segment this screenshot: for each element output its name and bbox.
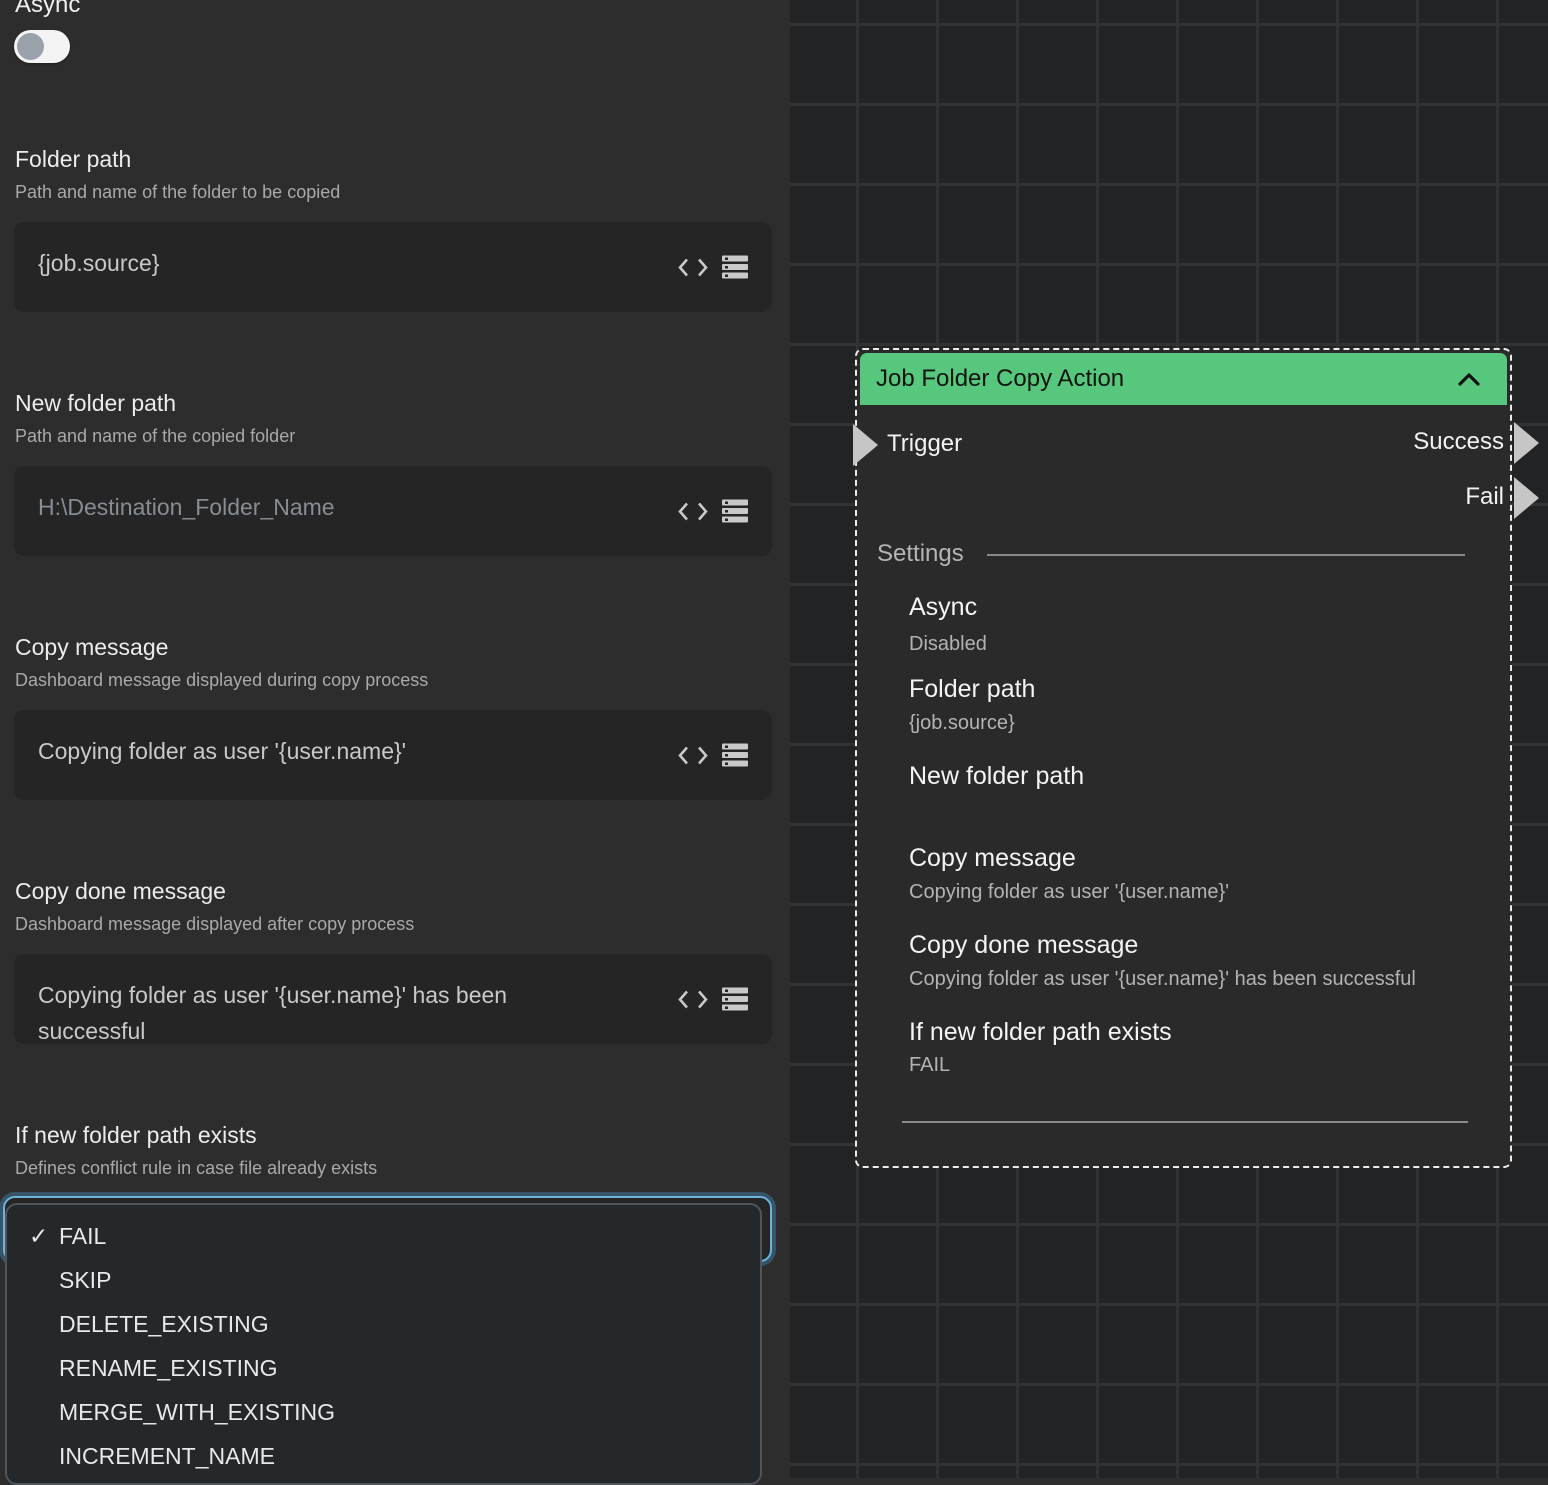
- conflict-rule-dropdown: ✓ FAIL SKIP DELETE_EXISTING RENAME_EXIST…: [5, 1203, 762, 1485]
- success-output-port[interactable]: [1514, 422, 1539, 464]
- field-description: Dashboard message displayed during copy …: [15, 669, 428, 691]
- dropdown-option-skip[interactable]: SKIP: [7, 1258, 760, 1302]
- field-description: Defines conflict rule in case file alrea…: [15, 1157, 377, 1179]
- field-label: Folder path: [15, 145, 131, 173]
- dropdown-option-delete-existing[interactable]: DELETE_EXISTING: [7, 1302, 760, 1346]
- settings-divider: [987, 554, 1465, 556]
- chevron-up-icon[interactable]: [1457, 373, 1481, 391]
- code-icon[interactable]: [678, 256, 708, 278]
- job-folder-copy-action-node[interactable]: Job Folder Copy Action Trigger Success F…: [855, 348, 1512, 1168]
- node-title: Job Folder Copy Action: [876, 353, 1124, 405]
- node-setting-label: Folder path: [909, 674, 1035, 704]
- trigger-input-port[interactable]: [853, 424, 878, 466]
- field-label: Copy message: [15, 633, 168, 661]
- toggle-knob: [17, 33, 44, 60]
- folder-path-input[interactable]: {job.source}: [14, 222, 772, 312]
- node-bottom-divider: [902, 1121, 1468, 1123]
- fail-output-port[interactable]: [1514, 477, 1539, 519]
- new-folder-path-input[interactable]: H:\Destination_Folder_Name: [14, 466, 772, 556]
- field-placeholder: H:\Destination_Folder_Name: [38, 489, 335, 525]
- field-description: Dashboard message displayed after copy p…: [15, 913, 414, 935]
- settings-panel: Async Folder path Path and name of the f…: [0, 0, 790, 1478]
- fail-port-label: Fail: [1465, 483, 1504, 511]
- copy-message-input[interactable]: Copying folder as user '{user.name}': [14, 710, 772, 800]
- node-setting-label: Async: [909, 592, 977, 622]
- trigger-port-label: Trigger: [887, 430, 962, 458]
- node-setting-value: FAIL: [909, 1052, 950, 1078]
- field-value: {job.source}: [38, 245, 159, 281]
- code-icon[interactable]: [678, 500, 708, 522]
- async-toggle-label: Async: [15, 0, 80, 19]
- dropdown-option-increment-name[interactable]: INCREMENT_NAME: [7, 1434, 760, 1478]
- node-settings-title: Settings: [877, 540, 964, 568]
- async-toggle[interactable]: [14, 30, 70, 63]
- field-description: Path and name of the copied folder: [15, 425, 295, 447]
- list-variables-icon[interactable]: [722, 744, 748, 767]
- node-setting-label: New folder path: [909, 761, 1084, 791]
- field-label: New folder path: [15, 389, 176, 417]
- node-setting-label: If new folder path exists: [909, 1017, 1172, 1047]
- node-header[interactable]: Job Folder Copy Action: [860, 353, 1507, 405]
- node-setting-value: {job.source}: [909, 710, 1015, 736]
- success-port-label: Success: [1413, 428, 1504, 456]
- code-icon[interactable]: [678, 744, 708, 766]
- node-setting-value: Copying folder as user '{user.name}': [909, 879, 1229, 905]
- field-label: Copy done message: [15, 877, 226, 905]
- node-setting-label: Copy message: [909, 843, 1076, 873]
- list-variables-icon[interactable]: [722, 256, 748, 279]
- field-description: Path and name of the folder to be copied: [15, 181, 340, 203]
- dropdown-option-merge-with-existing[interactable]: MERGE_WITH_EXISTING: [7, 1390, 760, 1434]
- field-value: Copying folder as user '{user.name}': [38, 733, 406, 769]
- list-variables-icon[interactable]: [722, 988, 748, 1011]
- node-setting-label: Copy done message: [909, 930, 1138, 960]
- field-label: If new folder path exists: [15, 1121, 257, 1149]
- field-value: Copying folder as user '{user.name}' has…: [38, 977, 618, 1049]
- copy-done-message-input[interactable]: Copying folder as user '{user.name}' has…: [14, 954, 772, 1044]
- node-setting-value: Copying folder as user '{user.name}' has…: [909, 966, 1416, 992]
- list-variables-icon[interactable]: [722, 500, 748, 523]
- dropdown-option-rename-existing[interactable]: RENAME_EXISTING: [7, 1346, 760, 1390]
- dropdown-option-fail[interactable]: ✓ FAIL: [7, 1214, 760, 1258]
- node-setting-value: Disabled: [909, 631, 987, 657]
- check-icon: ✓: [29, 1214, 48, 1258]
- code-icon[interactable]: [678, 988, 708, 1010]
